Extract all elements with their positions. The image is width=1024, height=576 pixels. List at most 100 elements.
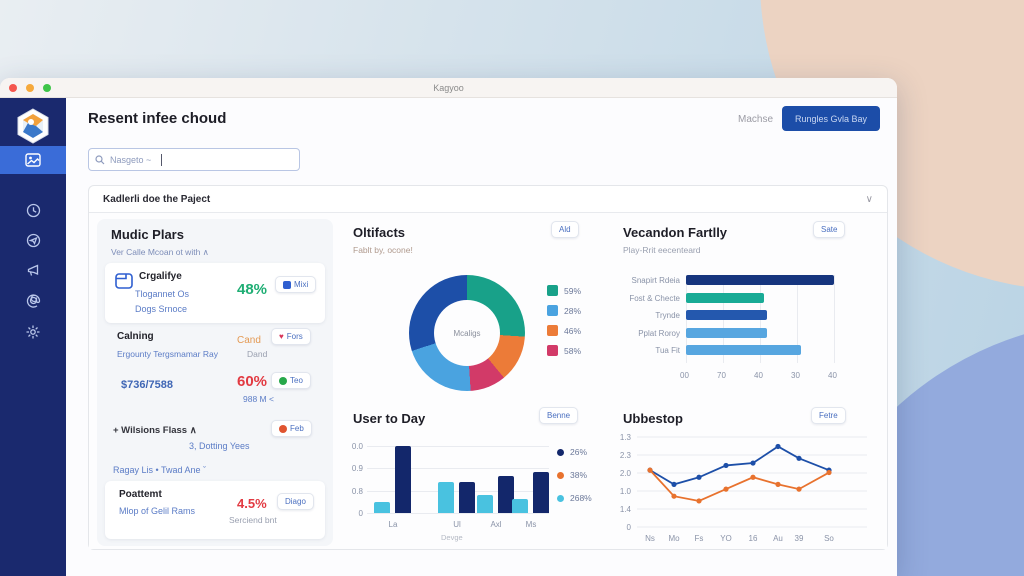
legend-item: 28% <box>547 305 581 316</box>
chip-label: Teo <box>290 376 303 385</box>
bar-category-label: Tua Fit <box>623 346 680 355</box>
legend-label: 28% <box>564 306 581 316</box>
bar <box>686 275 834 285</box>
x-tick-label: Ul <box>445 520 469 529</box>
row2-title: Calning <box>117 331 154 342</box>
svg-text:Fs: Fs <box>695 534 704 543</box>
row4-title[interactable]: + Wilsions Flass ∧ <box>113 425 197 436</box>
search-icon <box>95 155 105 165</box>
clock-icon <box>26 203 41 218</box>
sidebar-item-send[interactable] <box>0 228 66 252</box>
bar <box>686 345 801 355</box>
bar-category-label: Trynde <box>623 311 680 320</box>
bar <box>686 310 767 320</box>
megaphone-icon <box>26 263 41 278</box>
window-title: Kagyoo <box>0 83 897 93</box>
y-tick-label: 0.8 <box>341 487 363 496</box>
line-panel-button[interactable]: Fetre <box>811 407 846 424</box>
x-tick-label: 30 <box>791 371 800 380</box>
row3-button[interactable]: Teo <box>271 372 311 389</box>
sidebar-item-dashboard[interactable] <box>0 146 66 174</box>
users-panel-button[interactable]: Benne <box>539 407 578 424</box>
svg-text:So: So <box>824 534 834 543</box>
bar <box>374 502 390 513</box>
donut-chart: Mcaligs <box>409 275 525 391</box>
plan-item-card[interactable]: Crgalifye Tlogannet Os Dogs Srnoce 48% M… <box>105 263 325 323</box>
legend-label: 38% <box>570 470 587 480</box>
plans-title: Mudic Plars <box>111 227 184 242</box>
section-header[interactable]: Kadlerli doe the Paject ∨ <box>89 186 887 213</box>
text-cursor <box>161 154 162 166</box>
vacation-panel-button[interactable]: Sate <box>813 221 845 238</box>
row4-link[interactable]: 3, Dotting Yees <box>189 441 250 451</box>
x-tick-label: La <box>381 520 405 529</box>
svg-text:1.3: 1.3 <box>620 433 632 442</box>
primary-action-button[interactable]: Rungles Gvla Bay <box>782 106 880 131</box>
donut-panel-button[interactable]: Ald <box>551 221 579 238</box>
plan-item-button[interactable]: Mixi <box>275 276 316 293</box>
x-tick-label: 70 <box>717 371 726 380</box>
row2-button[interactable]: ♥ Fors <box>271 328 311 345</box>
payment-card[interactable]: Poattemt Mlop of Gelil Rams 4.5% Sercien… <box>105 481 325 539</box>
sidebar-item-mentions[interactable] <box>0 288 66 312</box>
payment-button[interactable]: Diago <box>277 493 314 510</box>
chip-label: Diago <box>285 497 306 506</box>
bar <box>533 472 549 513</box>
green-circle-icon <box>279 377 287 385</box>
legend-swatch <box>547 285 558 296</box>
at-icon <box>26 293 41 308</box>
legend-swatch <box>557 449 564 456</box>
legend-swatch <box>547 305 558 316</box>
users-chart-legend: 26% 38% 268% <box>557 447 592 503</box>
section-body: Mudic Plars Ver Calle Mcoan ot with ∧ Cr… <box>89 213 887 549</box>
row4-button[interactable]: Feb <box>271 420 312 437</box>
page-title: Resent infee choud <box>88 110 226 127</box>
plans-subtitle[interactable]: Ver Calle Mcoan ot with ∧ <box>111 247 209 258</box>
sidebar-item-announcements[interactable] <box>0 258 66 282</box>
app-logo-icon[interactable] <box>16 108 50 144</box>
section-panel: Kadlerli doe the Paject ∨ Mudic Plars Ve… <box>88 185 888 550</box>
send-icon <box>26 233 41 248</box>
row2-line: Ergounty Tergsmamar Ray <box>117 349 218 359</box>
bar <box>686 328 767 338</box>
sidebar-item-history[interactable] <box>0 198 66 222</box>
vacation-chart-subtitle: Play-Rrit eecenteard <box>623 245 700 255</box>
sidebar-item-settings[interactable] <box>0 320 66 344</box>
legend-swatch <box>557 495 564 502</box>
x-tick-label: Axl <box>484 520 508 529</box>
users-chart-title: User to Day <box>353 411 425 426</box>
x-axis-caption: Devge <box>441 533 463 542</box>
bar <box>438 482 454 513</box>
legend-label: 268% <box>570 493 592 503</box>
chip-label: Fetre <box>819 411 838 420</box>
bar <box>686 293 764 303</box>
shield-icon <box>283 281 291 289</box>
header-menu-label[interactable]: Machse <box>738 114 773 125</box>
y-tick-label: 0.0 <box>341 442 363 451</box>
legend-swatch <box>547 345 558 356</box>
chevron-down-icon[interactable]: ∨ <box>866 194 873 205</box>
legend-item: 26% <box>557 447 592 457</box>
grid-line <box>367 513 549 514</box>
row2-tag: Cand <box>237 335 261 346</box>
dashboard-image-icon <box>25 153 41 167</box>
search-input[interactable]: Nasgeto ~ <box>88 148 300 171</box>
legend-item: 268% <box>557 493 592 503</box>
plan-item-title: Crgalifye <box>139 271 182 282</box>
x-tick-label: 00 <box>680 371 689 380</box>
window-titlebar[interactable]: Kagyoo <box>0 78 897 98</box>
footer-links[interactable]: Ragay Lis • Twad Ane ˇ <box>113 465 206 475</box>
chip-label: Feb <box>290 424 304 433</box>
svg-text:2.3: 2.3 <box>620 451 632 460</box>
grid-line <box>834 275 835 363</box>
svg-text:1.4: 1.4 <box>620 505 632 514</box>
chip-label: Benne <box>547 411 570 420</box>
svg-text:39: 39 <box>795 534 804 543</box>
legend-label: 46% <box>564 326 581 336</box>
legend-swatch <box>547 325 558 336</box>
search-placeholder: Nasgeto ~ <box>110 155 151 165</box>
bar <box>395 446 411 513</box>
bar <box>512 499 528 513</box>
plan-item-line2: Dogs Srnoce <box>135 304 187 314</box>
payment-line: Mlop of Gelil Rams <box>119 506 195 516</box>
